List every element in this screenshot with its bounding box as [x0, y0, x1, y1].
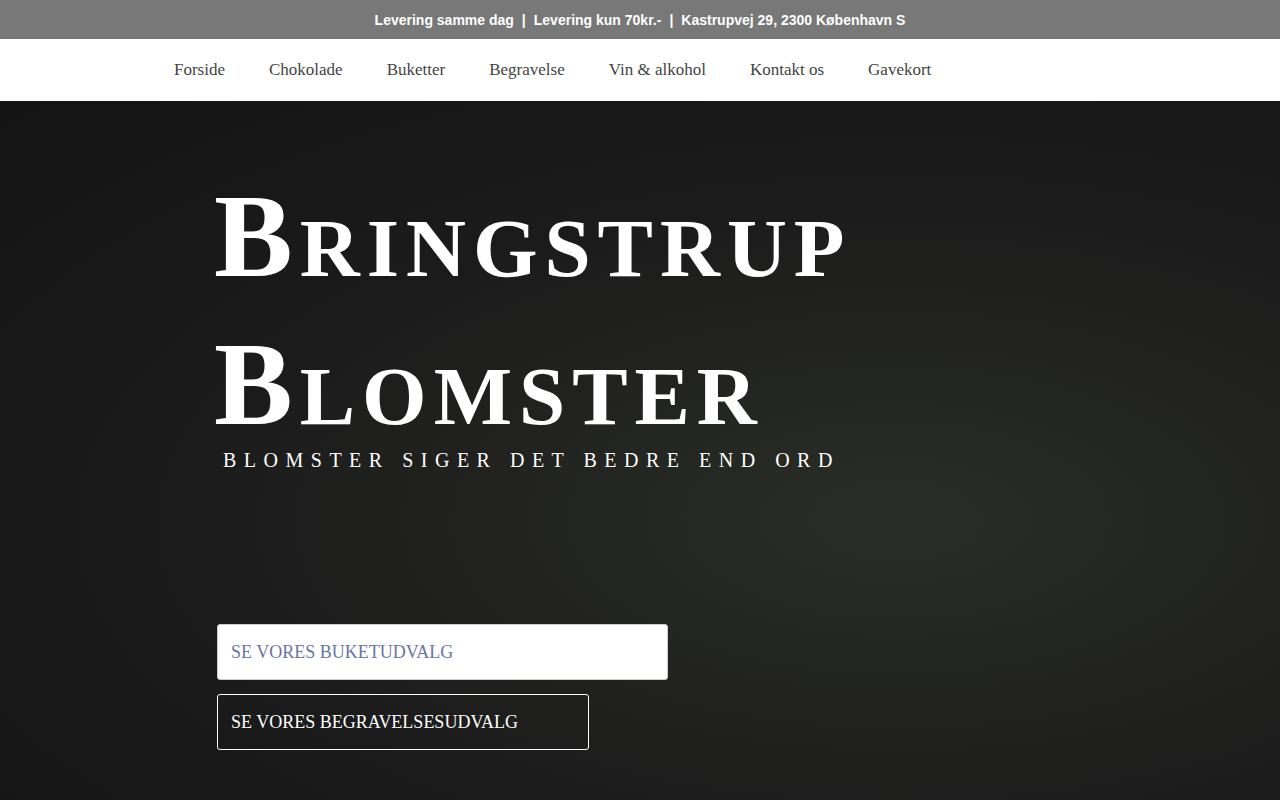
top-bar-item: Kastrupvej 29, 2300 København S — [681, 12, 905, 28]
hero-buttons: SE VORES BUKETUDVALG SE VORES BEGRAVELSES… — [217, 624, 1280, 750]
hero-button[interactable]: SE VORES BUKETUDVALG — [217, 624, 668, 680]
nav-item[interactable]: Gavekort — [868, 60, 931, 80]
top-bar: Levering samme dag | Levering kun 70kr.- | K… — [0, 0, 1280, 39]
top-bar-item: Levering samme dag — [375, 12, 514, 28]
separator: | — [522, 12, 526, 28]
title-line: Bringstrup — [214, 163, 1280, 311]
top-bar-item: Levering kun 70kr.- — [534, 12, 662, 28]
nav-item[interactable]: Vin & alkohol — [609, 60, 706, 80]
nav-item[interactable]: Chokolade — [269, 60, 343, 80]
page: Levering samme dag | Levering kun 70kr.- | K… — [0, 0, 1280, 800]
nav-item[interactable]: Begravelse — [489, 60, 565, 80]
separator: | — [669, 12, 673, 28]
tagline: BLOMSTER SIGER DET BEDRE END ORD — [223, 449, 1280, 472]
hero: BringstrupBlomsterBLOMSTER SIGER DET BED… — [0, 101, 1280, 800]
nav-bar: Forside Chokolade Buketter Begravelse Vin & … — [0, 39, 1280, 101]
hero-button[interactable]: SE VORES BEGRAVELSESUDVALG — [217, 694, 589, 750]
nav-item[interactable]: Kontakt os — [750, 60, 824, 80]
title-line: Blomster — [214, 311, 1280, 459]
nav-item[interactable]: Forside — [174, 60, 225, 80]
hero-title: BringstrupBlomster — [214, 163, 1280, 459]
nav-item[interactable]: Buketter — [387, 60, 446, 80]
